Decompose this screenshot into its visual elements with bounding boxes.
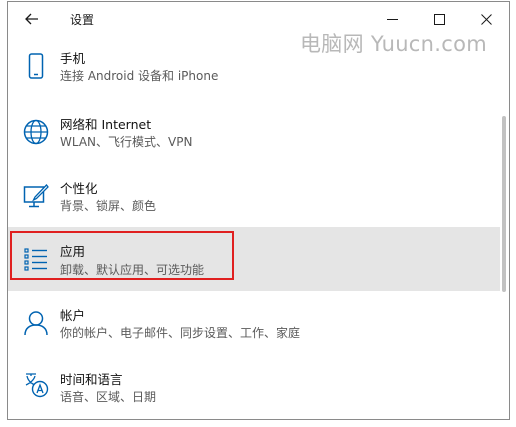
minimize-icon <box>386 18 398 20</box>
maximize-icon <box>433 13 445 25</box>
settings-item-label: 个性化 <box>60 181 98 196</box>
settings-item-apps[interactable]: 应用 卸载、默认应用、可选功能 <box>8 227 500 291</box>
settings-item-desc: 连接 Android 设备和 iPhone <box>60 69 219 83</box>
settings-item-time-language[interactable]: 时间和语言 语音、区域、日期 <box>8 355 500 419</box>
scrollbar[interactable] <box>501 36 507 419</box>
settings-item-phone[interactable]: 手机 连接 Android 设备和 iPhone <box>8 36 500 100</box>
time-language-icon <box>22 371 50 399</box>
scrollbar-thumb[interactable] <box>502 116 506 292</box>
person-icon <box>22 309 50 337</box>
settings-item-label: 时间和语言 <box>60 372 123 387</box>
close-icon <box>480 13 492 25</box>
settings-item-desc: WLAN、飞行模式、VPN <box>60 135 193 149</box>
back-button[interactable] <box>18 6 46 32</box>
apps-list-icon <box>22 245 50 273</box>
settings-window: 设置 电脑网 Yuucn.com 手机 连接 Android 设备和 iPhon… <box>7 1 510 420</box>
settings-item-label: 网络和 Internet <box>60 117 152 132</box>
settings-item-desc: 卸载、默认应用、可选功能 <box>60 263 205 277</box>
settings-item-desc: 背景、锁屏、颜色 <box>60 199 157 213</box>
settings-item-accounts[interactable]: 帐户 你的帐户、电子邮件、同步设置、工作、家庭 <box>8 291 500 355</box>
settings-item-label: 应用 <box>60 244 86 259</box>
phone-icon <box>22 52 50 80</box>
window-title: 设置 <box>70 13 95 27</box>
settings-item-desc: 语音、区域、日期 <box>60 390 157 404</box>
globe-icon <box>22 118 50 146</box>
settings-item-personalization[interactable]: 个性化 背景、锁屏、颜色 <box>8 164 500 228</box>
settings-item-label: 帐户 <box>60 308 86 323</box>
settings-item-label: 手机 <box>60 51 86 66</box>
back-arrow-icon <box>25 13 38 25</box>
settings-item-desc: 你的帐户、电子邮件、同步设置、工作、家庭 <box>60 326 301 340</box>
personalization-icon <box>22 182 50 210</box>
settings-item-network[interactable]: 网络和 Internet WLAN、飞行模式、VPN <box>8 100 500 164</box>
